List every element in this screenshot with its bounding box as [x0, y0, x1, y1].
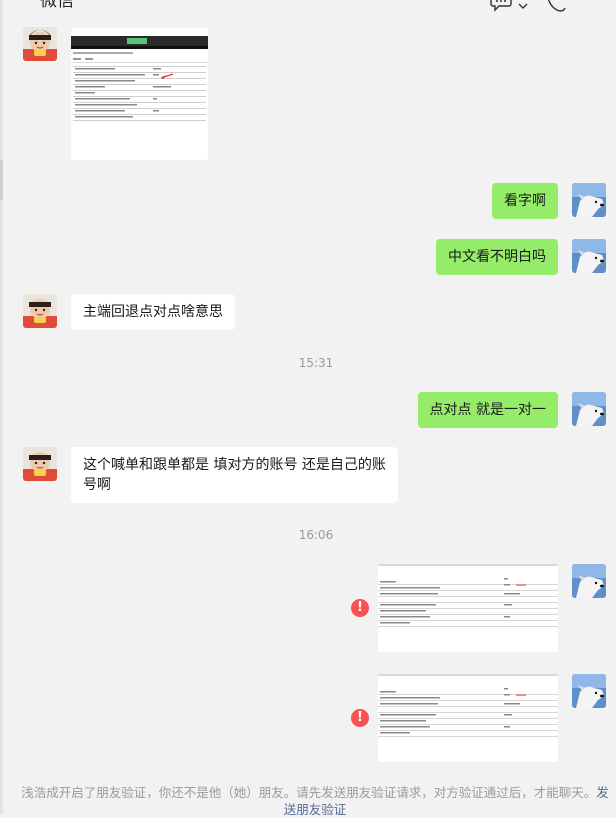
timestamp: 15:31 — [298, 356, 334, 370]
contact-avatar[interactable] — [23, 294, 57, 328]
my-avatar[interactable] — [572, 674, 606, 708]
message-text: 看字啊 — [504, 193, 546, 209]
send-failed-icon[interactable]: ! — [351, 709, 369, 727]
chat-header: 微信 — [0, 0, 616, 20]
incoming-message[interactable]: 这个喊单和跟单都是 填对方的账号 还是自己的账号啊 — [71, 447, 398, 503]
my-avatar[interactable] — [572, 564, 606, 598]
incoming-image-message[interactable] — [71, 28, 208, 160]
outgoing-message[interactable]: 中文看不明白吗 — [436, 239, 558, 275]
phone-icon[interactable] — [545, 0, 567, 16]
friend-verification-notice: 浅浩成开启了朋友验证，你还不是他（她）朋友。请先发送朋友验证请求，对方验证通过后… — [20, 784, 610, 818]
incoming-message[interactable]: 主端回退点对点啥意思 — [71, 294, 235, 330]
outgoing-message[interactable]: 看字啊 — [492, 183, 558, 219]
notice-text: 浅浩成开启了朋友验证，你还不是他（她）朋友。请先发送朋友验证请求，对方验证通过后… — [21, 785, 597, 800]
my-avatar[interactable] — [572, 183, 606, 217]
chat-title: 微信 — [40, 0, 74, 11]
chevron-down-icon[interactable] — [518, 0, 528, 15]
contact-avatar[interactable] — [23, 447, 57, 481]
scroll-marker — [0, 160, 3, 200]
message-text: 点对点 就是一对一 — [429, 402, 546, 418]
my-avatar[interactable] — [572, 392, 606, 426]
screenshot-thumbnail — [71, 28, 208, 160]
contact-avatar[interactable] — [23, 27, 57, 61]
message-text: 主端回退点对点啥意思 — [83, 304, 223, 320]
outgoing-image-message[interactable] — [378, 674, 558, 762]
screenshot-thumbnail — [378, 674, 558, 762]
window-left-edge — [0, 0, 3, 814]
my-avatar[interactable] — [572, 239, 606, 273]
message-text: 中文看不明白吗 — [448, 249, 546, 265]
send-failed-icon[interactable]: ! — [351, 599, 369, 617]
message-text: 这个喊单和跟单都是 填对方的账号 还是自己的账号啊 — [83, 457, 386, 493]
outgoing-image-message[interactable] — [378, 564, 558, 652]
outgoing-message[interactable]: 点对点 就是一对一 — [417, 392, 558, 428]
timestamp: 16:06 — [298, 528, 334, 542]
chat-bubble-icon[interactable] — [490, 0, 512, 16]
screenshot-thumbnail — [378, 564, 558, 652]
